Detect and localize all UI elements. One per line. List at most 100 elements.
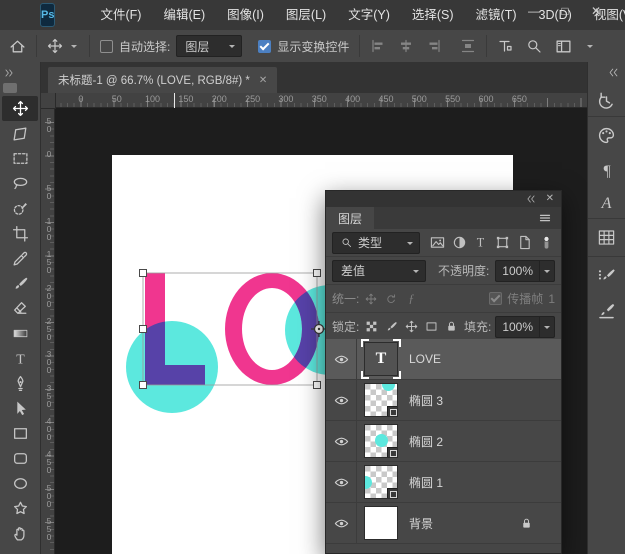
tool-button[interactable]	[2, 171, 38, 196]
menu-item[interactable]: 图层(L)	[275, 0, 337, 30]
tool-button[interactable]	[2, 121, 38, 146]
tool-button[interactable]	[2, 396, 38, 421]
lock-pixels-icon[interactable]	[383, 319, 399, 334]
menu-item[interactable]: 选择(S)	[401, 0, 465, 30]
filter-toggle-switch[interactable]	[537, 233, 555, 253]
tool-button[interactable]	[2, 296, 38, 321]
workspace-icon[interactable]	[555, 38, 572, 55]
show-transform-checkbox[interactable]	[258, 40, 271, 53]
maximize-button[interactable]: □	[558, 1, 572, 21]
lock-all-icon[interactable]	[444, 319, 460, 334]
layer-thumbnail[interactable]	[364, 383, 398, 417]
menu-item[interactable]: 编辑(E)	[152, 0, 216, 30]
filter-pixel-layers-icon[interactable]	[428, 233, 446, 253]
close-panel-icon[interactable]: ✕	[546, 194, 554, 204]
workspace-chevron-icon[interactable]	[585, 41, 595, 51]
tool-button[interactable]	[2, 221, 38, 246]
auto-select-target-dropdown[interactable]: 图层	[176, 35, 242, 57]
layer-row[interactable]: T LOVE	[326, 339, 561, 380]
tool-button[interactable]	[2, 496, 38, 521]
layer-thumbnail[interactable]: T	[364, 342, 398, 376]
tool-button[interactable]	[2, 521, 38, 546]
tool-button[interactable]	[2, 421, 38, 446]
handle-bottom-right[interactable]	[314, 382, 321, 389]
layer-name[interactable]: LOVE	[409, 352, 441, 366]
collapse-panel-icon[interactable]	[526, 194, 536, 204]
dock-panel-icon[interactable]	[588, 256, 625, 294]
layer-row[interactable]: 椭圆 3	[326, 380, 561, 421]
home-icon[interactable]	[9, 38, 26, 55]
tool-button[interactable]	[2, 471, 38, 496]
dock-panel-icon[interactable]	[588, 84, 625, 116]
layer-row[interactable]: 椭圆 1	[326, 462, 561, 503]
collapse-dock-icon[interactable]	[608, 67, 619, 78]
tab-layers[interactable]: 图层	[326, 207, 374, 229]
menu-item[interactable]: 图像(I)	[216, 0, 275, 30]
layer-row[interactable]: 椭圆 2	[326, 421, 561, 462]
lock-transparency-icon[interactable]	[363, 319, 379, 334]
ruler-origin-corner[interactable]	[40, 93, 56, 109]
chevron-down-icon[interactable]	[539, 261, 554, 281]
visibility-toggle[interactable]	[326, 421, 357, 461]
close-tab-icon[interactable]: ✕	[259, 75, 267, 86]
handle-middle-left[interactable]	[140, 326, 147, 333]
menu-item[interactable]: 滤镜(T)	[465, 0, 528, 30]
layer-thumbnail[interactable]	[364, 424, 398, 458]
menu-item[interactable]: 文件(F)	[89, 0, 152, 30]
visibility-toggle[interactable]	[326, 503, 357, 543]
filter-smart-objects-icon[interactable]	[516, 233, 534, 253]
tool-button[interactable]	[2, 446, 38, 471]
minimize-button[interactable]: —	[527, 1, 541, 21]
chevron-down-icon[interactable]	[539, 317, 554, 337]
align-left-icon[interactable]	[370, 38, 386, 54]
handle-top-left[interactable]	[140, 270, 147, 277]
handle-bottom-left[interactable]	[140, 382, 147, 389]
lock-position-icon[interactable]	[404, 319, 420, 334]
align-center-icon[interactable]	[398, 38, 414, 54]
tool-button[interactable]	[2, 196, 38, 221]
layer-thumbnail[interactable]	[364, 506, 398, 540]
layer-name[interactable]: 椭圆 2	[409, 433, 443, 450]
dock-panel-icon[interactable]	[588, 294, 625, 326]
panel-menu-icon[interactable]	[537, 212, 553, 224]
search-icon[interactable]	[526, 38, 542, 54]
tool-preset-chevron-icon[interactable]	[69, 41, 79, 51]
filter-adjustment-layers-icon[interactable]	[450, 233, 468, 253]
filter-shape-layers-icon[interactable]	[494, 233, 512, 253]
menu-item[interactable]: 文字(Y)	[337, 0, 401, 30]
layer-thumbnail[interactable]	[364, 465, 398, 499]
filter-kind-dropdown[interactable]: 类型	[332, 232, 420, 254]
tool-button[interactable]	[2, 321, 38, 346]
dock-panel-icon[interactable]	[588, 154, 625, 186]
document-tab[interactable]: 未标题-1 @ 66.7% (LOVE, RGB/8#) * ✕	[48, 67, 277, 93]
tool-button[interactable]	[2, 371, 38, 396]
tool-button[interactable]	[2, 96, 38, 121]
dock-panel-icon[interactable]	[588, 218, 625, 256]
opacity-value-box[interactable]: 100%	[495, 260, 555, 282]
handle-top-right[interactable]	[314, 270, 321, 277]
close-button[interactable]: ✕	[589, 1, 603, 21]
layer-name[interactable]: 椭圆 1	[409, 474, 443, 491]
layer-name[interactable]: 背景	[409, 515, 433, 532]
filter-type-layers-icon[interactable]	[472, 233, 490, 253]
tool-button[interactable]	[2, 346, 38, 371]
dock-panel-icon[interactable]	[588, 116, 625, 154]
distribute-icon[interactable]	[460, 38, 476, 54]
lock-artboard-icon[interactable]	[424, 319, 440, 334]
align-right-icon[interactable]	[426, 38, 442, 54]
layer-name[interactable]: 椭圆 3	[409, 392, 443, 409]
auto-select-checkbox[interactable]	[100, 40, 113, 53]
visibility-toggle[interactable]	[326, 462, 357, 502]
3d-mode-icon[interactable]	[497, 38, 513, 54]
tool-button[interactable]	[2, 146, 38, 171]
visibility-toggle[interactable]	[326, 380, 357, 420]
expand-toolbar-icon[interactable]	[4, 68, 14, 78]
fill-value-box[interactable]: 100%	[495, 316, 555, 338]
toolbar-grip[interactable]	[3, 83, 17, 93]
tool-button[interactable]	[2, 271, 38, 296]
tool-button[interactable]	[2, 246, 38, 271]
layer-row[interactable]: 背景	[326, 503, 561, 544]
blend-mode-dropdown[interactable]: 差值	[332, 260, 426, 282]
visibility-toggle[interactable]	[326, 339, 357, 379]
dock-panel-icon[interactable]	[588, 186, 625, 218]
